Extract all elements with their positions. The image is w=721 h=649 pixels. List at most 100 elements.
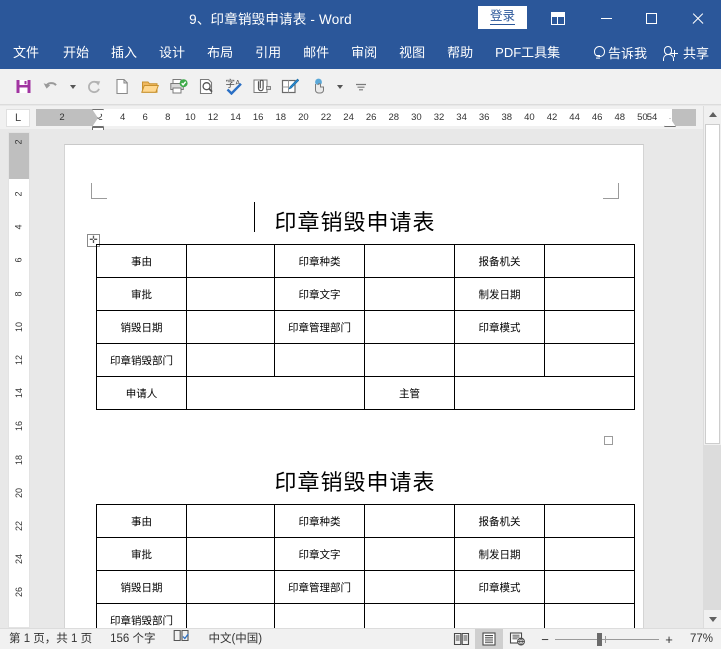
table-cell-blank[interactable] (274, 343, 365, 377)
quick-print-icon[interactable] (164, 73, 192, 101)
seal-destruction-table-2[interactable]: 事由 印章种类 报备机关审批 印章文字 制发日期销毁日期 印章管理部门 印章模式 印章销毁部门… (96, 504, 635, 628)
page-count-status[interactable]: 第 1 页，共 1 页 (0, 629, 101, 649)
new-document-icon[interactable] (108, 73, 136, 101)
proofing-status-icon[interactable] (164, 629, 199, 649)
table-cell-label[interactable]: 印章文字 (274, 537, 365, 571)
table-cell-blank[interactable] (544, 504, 635, 538)
edit-icon[interactable] (276, 73, 304, 101)
table-cell-label[interactable]: 主管 (364, 376, 455, 410)
table-cell-label[interactable]: 印章种类 (274, 244, 365, 278)
zoom-slider-thumb[interactable] (597, 632, 602, 646)
table-cell-label[interactable]: 销毁日期 (96, 570, 187, 604)
table-cell-blank[interactable] (544, 310, 635, 344)
word-count-status[interactable]: 156 个字 (101, 629, 164, 649)
ribbon-tab-home[interactable]: 开始 (52, 36, 100, 69)
table-cell-blank[interactable] (186, 244, 275, 278)
table-cell-blank[interactable] (364, 504, 455, 538)
table-cell-label[interactable]: 印章模式 (454, 570, 545, 604)
ribbon-tab-review[interactable]: 审阅 (340, 36, 388, 69)
table-cell-label[interactable]: 报备机关 (454, 504, 545, 538)
document-page[interactable]: 印章销毁申请表 ✛ 事由 印章种类 报备机关 审批 印章文字 制发日期 销毁日期 印章管理部门… (64, 144, 644, 628)
table-cell-label[interactable]: 印章文字 (274, 277, 365, 311)
table-cell-blank[interactable] (544, 537, 635, 571)
table-cell-label[interactable]: 事由 (96, 504, 187, 538)
table-row[interactable]: 销毁日期 印章管理部门 印章模式 (96, 310, 635, 344)
table-cell-blank[interactable] (274, 603, 365, 628)
tab-stop-selector[interactable]: L (6, 109, 30, 127)
table-cell-label[interactable]: 制发日期 (454, 277, 545, 311)
ribbon-tab-layout[interactable]: 布局 (196, 36, 244, 69)
zoom-out-button[interactable]: − (537, 632, 553, 647)
customize-qat-icon[interactable] (347, 73, 375, 101)
table-cell-label[interactable]: 销毁日期 (96, 310, 187, 344)
language-status[interactable]: 中文(中国) (199, 629, 271, 649)
horizontal-ruler[interactable]: L 2 54 2 4 6 8 10 12 14 16 18 20 22 24 26 28 30 32 34 36 3… (0, 106, 703, 134)
scrollbar-track-lower[interactable] (704, 445, 721, 610)
table-cell-blank[interactable] (544, 603, 635, 628)
table-cell-blank[interactable] (454, 343, 545, 377)
zoom-in-button[interactable]: + (661, 632, 677, 647)
table-cell-blank[interactable] (364, 603, 455, 628)
undo-icon[interactable] (37, 73, 65, 101)
zoom-slider[interactable] (553, 629, 661, 649)
table-row[interactable]: 事由 印章种类 报备机关 (96, 504, 635, 538)
document-canvas[interactable]: 印章销毁申请表 ✛ 事由 印章种类 报备机关 审批 印章文字 制发日期 销毁日期 印章管理部门… (31, 130, 690, 628)
table-cell-label[interactable]: 印章管理部门 (274, 570, 365, 604)
table-row[interactable]: 审批 印章文字 制发日期 (96, 277, 635, 311)
ribbon-display-options-icon[interactable] (535, 0, 581, 36)
table-cell-blank[interactable] (186, 310, 275, 344)
table-cell-blank[interactable] (364, 570, 455, 604)
minimize-icon[interactable] (583, 0, 629, 36)
read-mode-icon[interactable] (447, 629, 475, 649)
table-cell-label[interactable]: 事由 (96, 244, 187, 278)
document-heading-2[interactable]: 印章销毁申请表 (65, 465, 645, 497)
table-cell-label[interactable]: 印章管理部门 (274, 310, 365, 344)
table-cell-label[interactable]: 印章种类 (274, 504, 365, 538)
horizontal-ruler-track[interactable]: 2 54 2 4 6 8 10 12 14 16 18 20 22 24 26 28 30 32 34 36 38 4… (36, 109, 696, 134)
zoom-level-label[interactable]: 77% (683, 633, 721, 645)
ribbon-tab-design[interactable]: 设计 (148, 36, 196, 69)
table-cell-blank[interactable] (364, 537, 455, 571)
save-icon[interactable] (9, 73, 37, 101)
spelling-check-icon[interactable]: 字 A (220, 73, 248, 101)
table-row[interactable]: 审批 印章文字 制发日期 (96, 537, 635, 571)
table-cell-blank[interactable] (364, 310, 455, 344)
seal-destruction-table-1[interactable]: 事由 印章种类 报备机关 审批 印章文字 制发日期 销毁日期 印章管理部门 印章模式 印章销毁部门… (96, 244, 635, 410)
table-cell-blank[interactable] (544, 570, 635, 604)
table-cell-blank[interactable] (364, 277, 455, 311)
ribbon-tab-file[interactable]: 文件 (0, 36, 52, 69)
table-row[interactable]: 事由 印章种类 报备机关 (96, 244, 635, 278)
touch-mode-icon[interactable] (304, 73, 332, 101)
table-cell-label[interactable]: 印章模式 (454, 310, 545, 344)
maximize-icon[interactable] (628, 0, 674, 36)
scroll-down-icon[interactable] (704, 611, 721, 628)
table-cell-blank[interactable] (364, 244, 455, 278)
table-cell-blank[interactable] (186, 343, 275, 377)
table-cell-blank[interactable] (186, 603, 275, 628)
table-cell-label[interactable]: 制发日期 (454, 537, 545, 571)
sign-in-button[interactable]: 登录 (478, 6, 527, 29)
table-row[interactable]: 印章销毁部门 (96, 603, 635, 628)
table-resize-handle-icon[interactable] (604, 436, 613, 445)
table-cell-blank[interactable] (186, 537, 275, 571)
ribbon-tab-insert[interactable]: 插入 (100, 36, 148, 69)
undo-dropdown-icon[interactable] (65, 73, 80, 101)
table-cell-blank[interactable] (544, 244, 635, 278)
table-cell-label[interactable]: 审批 (96, 537, 187, 571)
print-layout-icon[interactable] (475, 628, 503, 649)
ribbon-tab-help[interactable]: 帮助 (436, 36, 484, 69)
close-icon[interactable] (673, 0, 721, 36)
attachment-icon[interactable] (248, 73, 276, 101)
table-cell-blank[interactable] (544, 277, 635, 311)
ribbon-tab-view[interactable]: 视图 (388, 36, 436, 69)
touch-mode-dropdown-icon[interactable] (332, 73, 347, 101)
vertical-ruler[interactable]: 2 2 4 6 8 10 12 14 16 18 20 22 24 26 (8, 132, 30, 628)
share-button[interactable]: 共享 (657, 43, 721, 62)
table-row[interactable]: 申请人 主管 (96, 376, 635, 410)
scroll-up-icon[interactable] (704, 106, 721, 123)
table-cell-blank[interactable] (544, 343, 635, 377)
vertical-scrollbar[interactable] (703, 106, 721, 628)
ribbon-tab-references[interactable]: 引用 (244, 36, 292, 69)
document-heading-1[interactable]: 印章销毁申请表 (65, 205, 645, 237)
print-preview-icon[interactable] (192, 73, 220, 101)
